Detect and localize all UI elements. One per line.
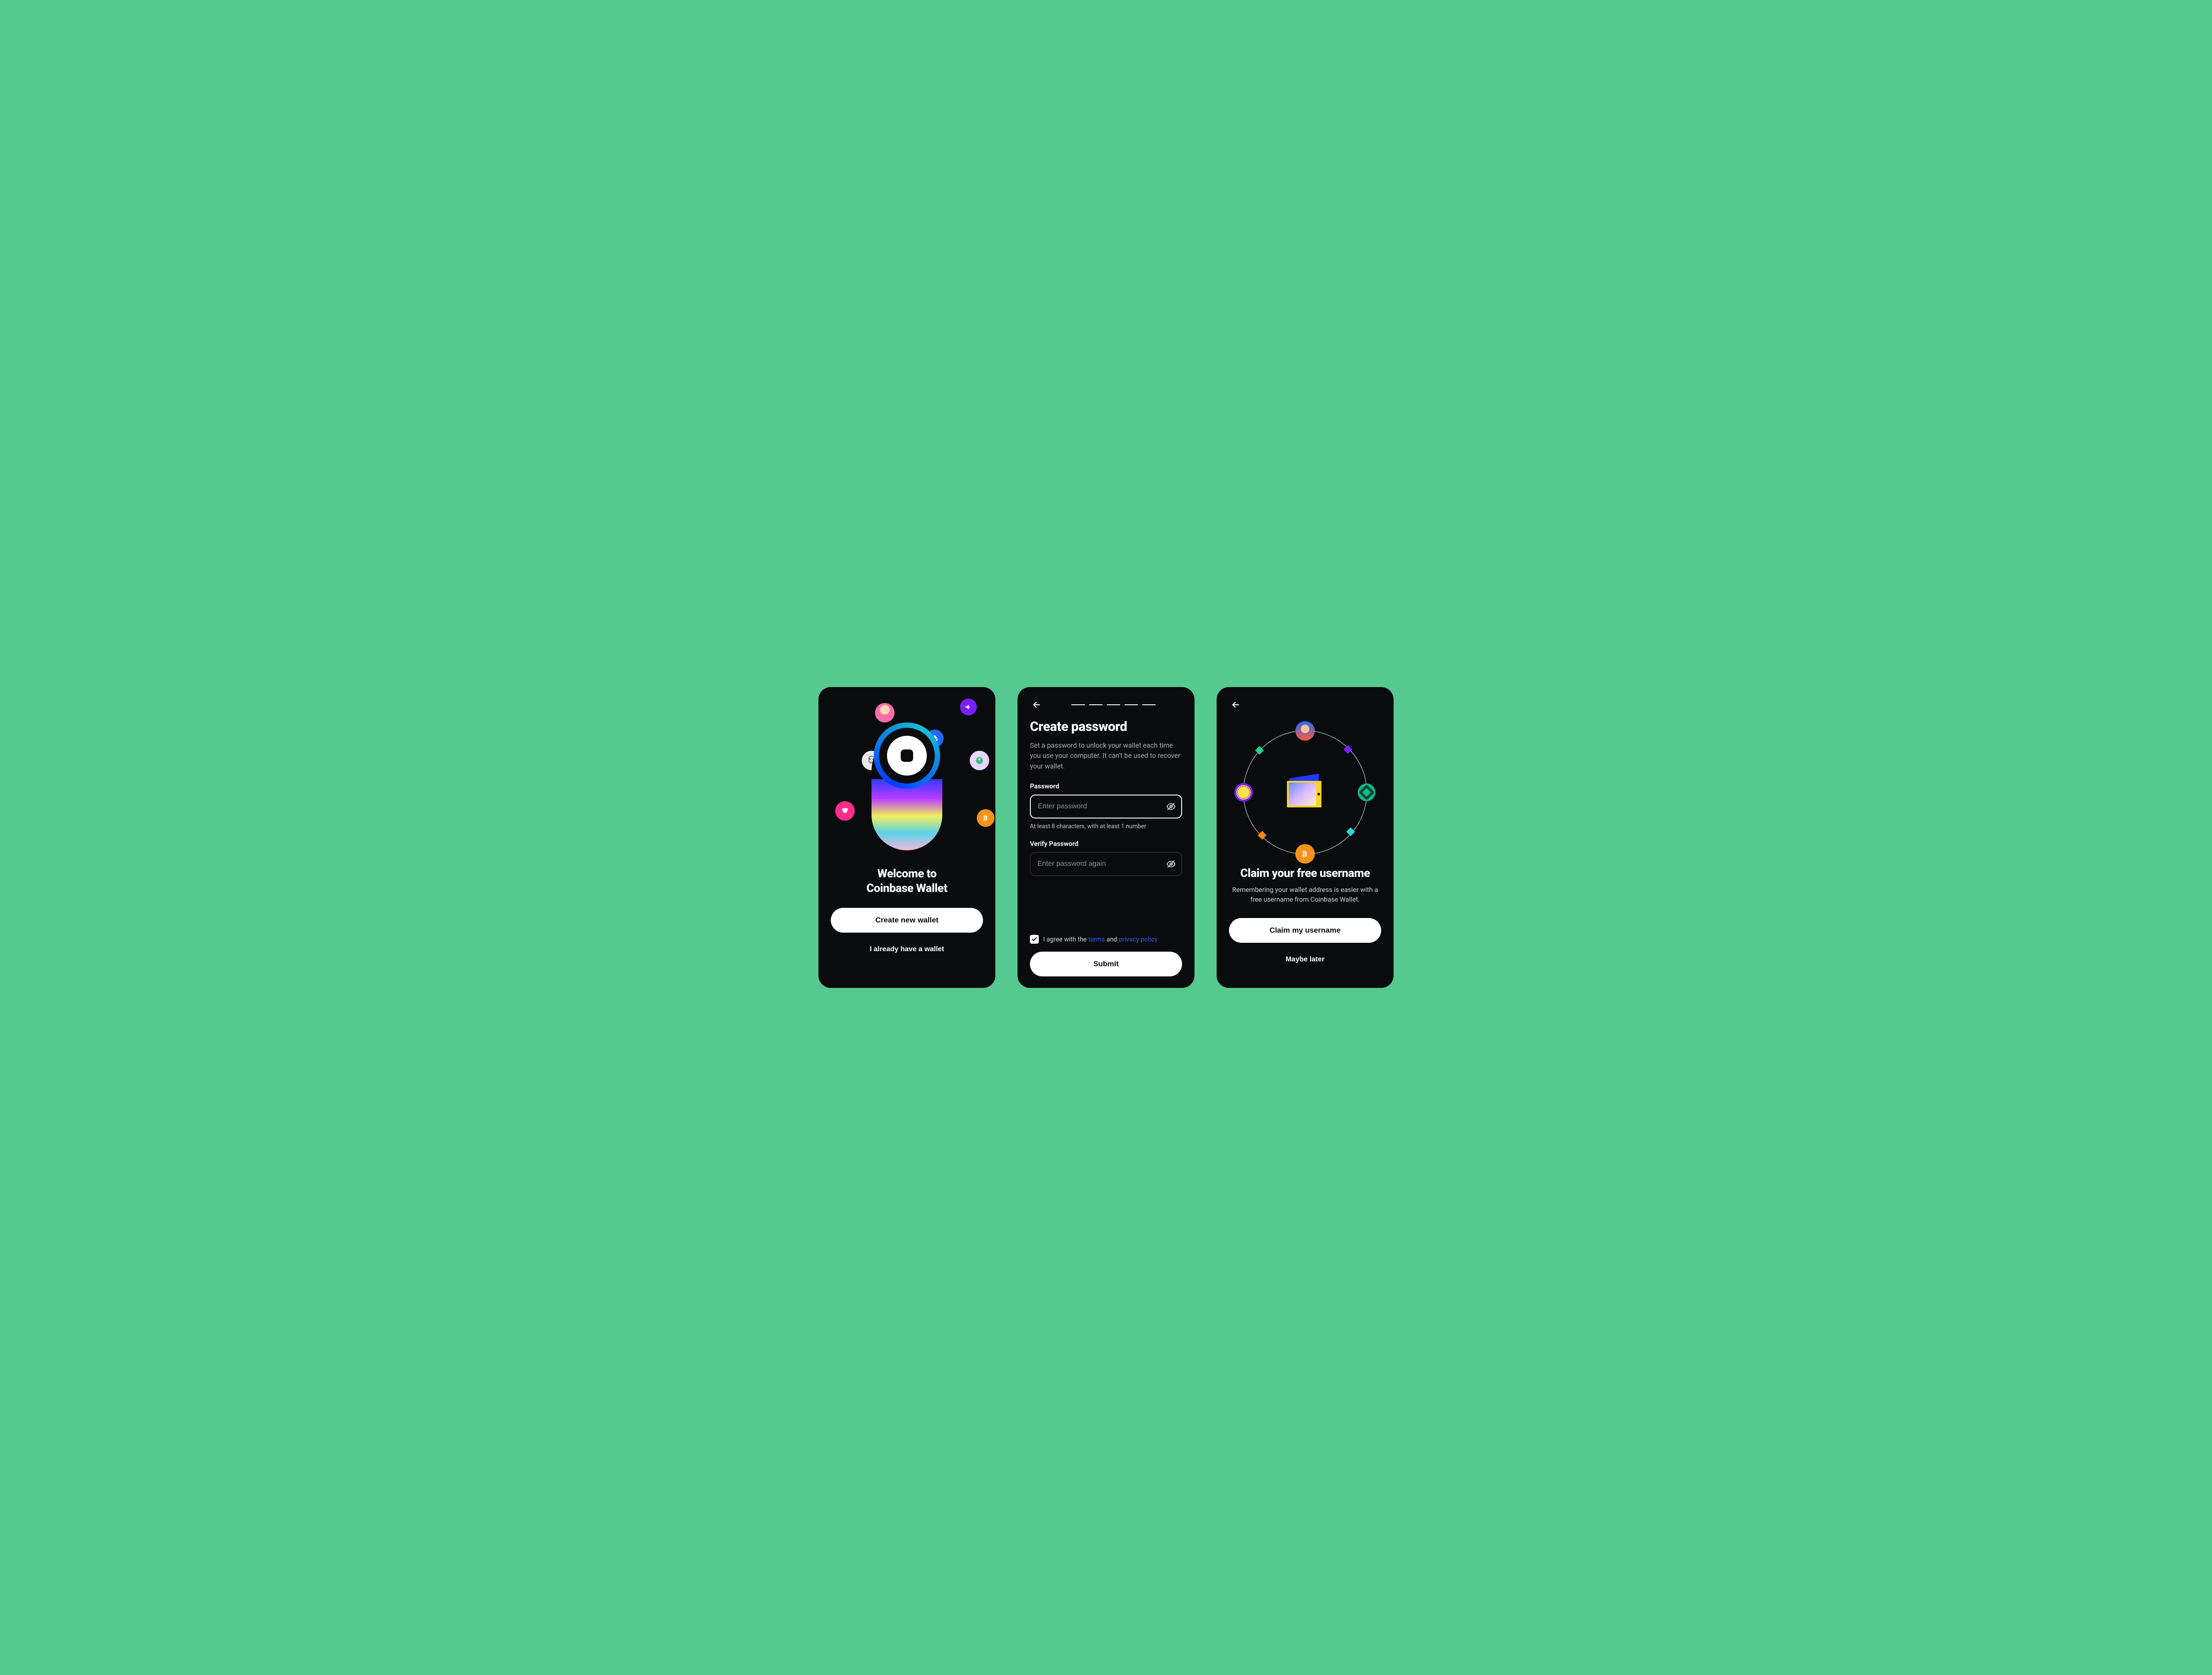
have-wallet-button[interactable]: I already have a wallet xyxy=(831,939,983,960)
diamond-badge-icon xyxy=(1358,784,1375,801)
claim-username-button[interactable]: Claim my username xyxy=(1229,918,1381,943)
orbit-ring xyxy=(1243,730,1367,854)
arrow-left-icon xyxy=(1032,700,1041,710)
logo-ring xyxy=(874,722,940,789)
screens-row: Welcome to Coinbase Wallet Create new wa… xyxy=(818,687,1394,988)
agree-mid: and xyxy=(1105,936,1119,943)
header-row xyxy=(1229,699,1381,711)
verify-password-input[interactable] xyxy=(1030,852,1182,876)
avatar-icon xyxy=(875,703,895,722)
claim-subtitle: Remembering your wallet address is easie… xyxy=(1229,885,1381,905)
turtle-icon xyxy=(970,751,989,770)
eye-off-icon xyxy=(1166,802,1176,811)
agree-checkbox[interactable] xyxy=(1030,935,1039,944)
password-field-wrapper xyxy=(1030,795,1182,818)
verify-password-field-wrapper xyxy=(1030,852,1182,876)
toggle-verify-visibility-button[interactable] xyxy=(1166,859,1176,869)
bitcoin-icon xyxy=(977,809,995,827)
create-wallet-button[interactable]: Create new wallet xyxy=(831,908,983,933)
create-password-screen: Create password Set a password to unlock… xyxy=(1018,687,1194,988)
claim-username-screen: Claim your free username Remembering you… xyxy=(1217,687,1394,988)
orbit-hero xyxy=(1229,722,1381,863)
agree-row: I agree with the terms and privacy polic… xyxy=(1030,935,1182,944)
welcome-title-line2: Coinbase Wallet xyxy=(831,881,983,896)
welcome-screen: Welcome to Coinbase Wallet Create new wa… xyxy=(818,687,995,988)
submit-button[interactable]: Submit xyxy=(1030,952,1182,976)
avatar-icon xyxy=(1295,721,1315,741)
bitcoin-icon xyxy=(1295,844,1315,864)
password-label: Password xyxy=(1030,782,1182,790)
verify-password-label: Verify Password xyxy=(1030,840,1182,848)
wallet-icon xyxy=(1281,770,1329,814)
back-button[interactable] xyxy=(1229,698,1242,711)
maybe-later-button[interactable]: Maybe later xyxy=(1229,949,1381,970)
arrow-left-icon xyxy=(1231,700,1240,710)
accent-dot-icon xyxy=(1346,827,1355,836)
coinbase-logo-icon xyxy=(887,736,927,776)
check-icon xyxy=(1031,936,1037,942)
eye-off-icon xyxy=(1166,859,1176,869)
page-subtitle: Set a password to unlock your wallet eac… xyxy=(1030,741,1182,772)
accent-dot-icon xyxy=(1344,745,1352,754)
header-row xyxy=(1030,699,1182,711)
privacy-link[interactable]: privacy policy xyxy=(1119,936,1157,943)
accent-dot-icon xyxy=(1255,746,1264,755)
claim-title: Claim your free username xyxy=(1229,867,1381,880)
terms-link[interactable]: terms xyxy=(1088,936,1105,943)
welcome-title-line1: Welcome to xyxy=(831,867,983,881)
password-hint: At least 8 characters, with at least 1 n… xyxy=(1030,823,1182,830)
sun-badge-icon xyxy=(1234,783,1253,802)
bull-icon xyxy=(835,801,855,821)
progress-indicator xyxy=(1071,704,1156,705)
toggle-password-visibility-button[interactable] xyxy=(1166,802,1176,811)
password-input[interactable] xyxy=(1030,795,1182,818)
megaphone-icon xyxy=(960,699,977,715)
welcome-title: Welcome to Coinbase Wallet xyxy=(831,867,983,895)
agree-text: I agree with the terms and privacy polic… xyxy=(1043,936,1157,943)
welcome-hero xyxy=(831,699,983,867)
agree-prefix: I agree with the xyxy=(1043,936,1088,943)
accent-dot-icon xyxy=(1258,831,1267,840)
page-title: Create password xyxy=(1030,719,1182,734)
back-button[interactable] xyxy=(1030,698,1043,711)
